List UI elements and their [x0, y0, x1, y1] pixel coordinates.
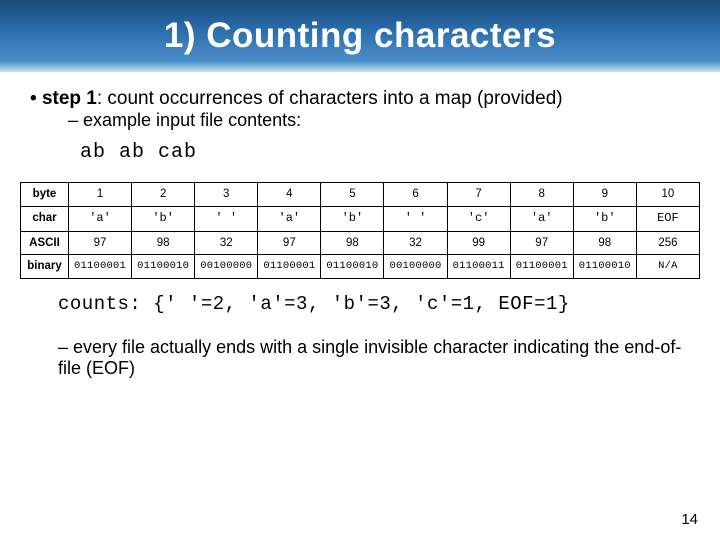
row-label-ascii: ASCII — [21, 231, 69, 255]
slide-content: step 1: count occurrences of characters … — [0, 72, 720, 379]
table-row-binary: binary 01100001 01100010 00100000 011000… — [21, 255, 700, 279]
row-label-char: char — [21, 206, 69, 231]
row-label-byte: byte — [21, 183, 69, 207]
row-label-binary: binary — [21, 255, 69, 279]
bullet-example-label: example input file contents: — [30, 110, 700, 131]
table-row-byte: byte 1 2 3 4 5 6 7 8 9 10 — [21, 183, 700, 207]
bullet-eof-note: every file actually ends with a single i… — [20, 337, 700, 379]
title-bar: 1) Counting characters — [0, 0, 720, 72]
table-row-char: char 'a' 'b' ' ' 'a' 'b' ' ' 'c' 'a' 'b'… — [21, 206, 700, 231]
slide-title: 1) Counting characters — [164, 16, 556, 56]
step1-label: step 1 — [42, 88, 97, 109]
slide-number: 14 — [681, 511, 698, 528]
bullet-step1: step 1: count occurrences of characters … — [20, 88, 700, 131]
example-input-code: ab ab cab — [20, 141, 700, 164]
byte-table: byte 1 2 3 4 5 6 7 8 9 10 char 'a' 'b' '… — [20, 182, 700, 279]
counts-line: counts: {' '=2, 'a'=3, 'b'=3, 'c'=1, EOF… — [20, 293, 700, 315]
step1-text: : count occurrences of characters into a… — [97, 88, 563, 109]
table-row-ascii: ASCII 97 98 32 97 98 32 99 97 98 256 — [21, 231, 700, 255]
